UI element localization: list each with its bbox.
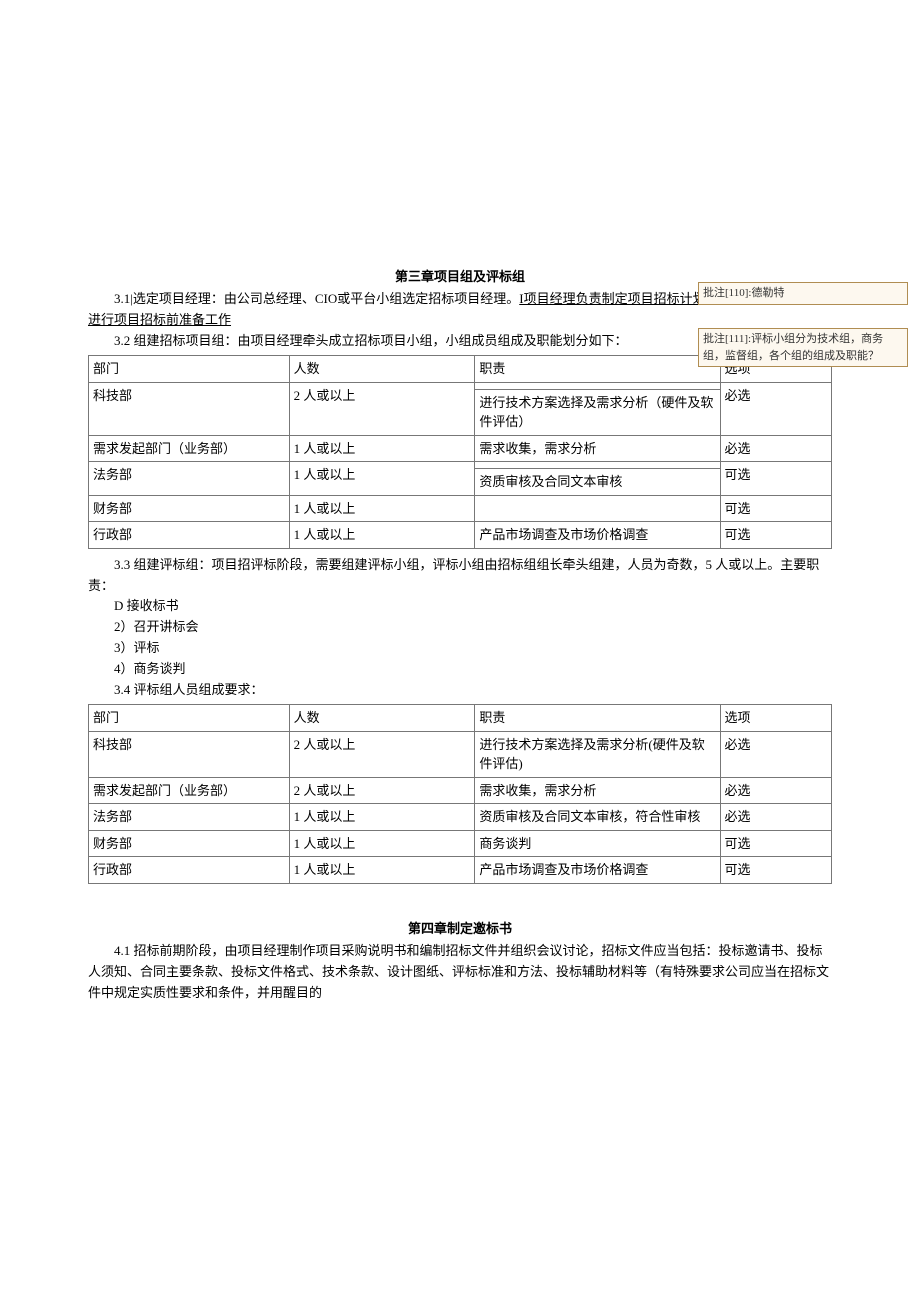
cell-dept: 法务部	[89, 462, 290, 496]
cell-resp: 需求收集，需求分析	[475, 435, 720, 462]
cell-resp: 产品市场调查及市场价格调查	[475, 857, 720, 884]
table-3-2: 部门 人数 职责 选项 科技部 2 人或以上 必选 进行技术方案选择及需求分析（…	[88, 355, 832, 549]
cell-resp: 资质审核及合同文本审核	[475, 469, 720, 496]
cell-dept: 财务部	[89, 495, 290, 522]
cell-dept: 行政部	[89, 522, 290, 549]
cell-count: 2 人或以上	[289, 777, 475, 804]
paragraph-4-1: 4.1 招标前期阶段，由项目经理制作项目采购说明书和编制招标文件并组织会议讨论，…	[88, 941, 832, 1003]
table-row: 需求发起部门（业务部） 1 人或以上 需求收集，需求分析 必选	[89, 435, 832, 462]
list-item: 2）召开讲标会	[88, 617, 832, 638]
cell-dept: 需求发起部门（业务部）	[89, 435, 290, 462]
comment-label: 批注[111]:	[703, 333, 751, 345]
cell-opt: 必选	[720, 804, 831, 831]
cell-opt: 必选	[720, 731, 831, 777]
cell-opt: 可选	[720, 830, 831, 857]
cell-opt: 必选	[720, 435, 831, 462]
cell-opt: 可选	[720, 522, 831, 549]
cell-count: 1 人或以上	[289, 495, 475, 522]
comment-111: 批注[111]:评标小组分为技术组，商务组，监督组，各个组的组成及职能？	[698, 328, 908, 367]
table-row: 需求发起部门（业务部） 2 人或以上 需求收集，需求分析 必选	[89, 777, 832, 804]
cell-opt: 必选	[720, 382, 831, 435]
paragraph-3-3: 3.3 组建评标组：项目招评标阶段，需要组建评标小组，评标小组由招标组组长牵头组…	[88, 555, 832, 597]
th-opt: 选项	[720, 705, 831, 732]
cell-dept: 科技部	[89, 382, 290, 435]
th-dept: 部门	[89, 356, 290, 383]
chapter4-heading: 第四章制定邀标书	[88, 918, 832, 937]
th-dept: 部门	[89, 705, 290, 732]
comment-110: 批注[110]:德勒特	[698, 282, 908, 305]
cell-resp: 进行技术方案选择及需求分析(硬件及软件评估)	[475, 731, 720, 777]
table-row: 科技部 2 人或以上 必选	[89, 382, 832, 389]
cell-dept: 法务部	[89, 804, 290, 831]
list-item: 3）评标	[88, 638, 832, 659]
cell-count: 1 人或以上	[289, 462, 475, 496]
cell-resp: 进行技术方案选择及需求分析（硬件及软件评估）	[475, 389, 720, 435]
th-resp: 职责	[475, 705, 720, 732]
cell-dept: 财务部	[89, 830, 290, 857]
list-item: D 接收标书	[88, 596, 832, 617]
cell-opt: 可选	[720, 495, 831, 522]
cell-resp	[475, 382, 720, 389]
th-count: 人数	[289, 356, 475, 383]
table-row: 法务部 1 人或以上 资质审核及合同文本审核，符合性审核 必选	[89, 804, 832, 831]
comment-label: 批注[110]:	[703, 287, 751, 299]
paragraph-3-4: 3.4 评标组人员组成要求：	[88, 680, 832, 701]
cell-resp: 需求收集，需求分析	[475, 777, 720, 804]
cell-count: 1 人或以上	[289, 522, 475, 549]
p31-prefix: 3.1|选定项目经理：由公司总经理、CIO或平台小组选定招标项目经理。	[114, 291, 519, 306]
cell-dept: 行政部	[89, 857, 290, 884]
th-count: 人数	[289, 705, 475, 732]
cell-count: 2 人或以上	[289, 731, 475, 777]
cell-opt: 可选	[720, 462, 831, 496]
document-page: 批注[110]:德勒特 批注[111]:评标小组分为技术组，商务组，监督组，各个…	[0, 0, 920, 1103]
cell-count: 1 人或以上	[289, 857, 475, 884]
cell-opt: 必选	[720, 777, 831, 804]
comment-text: 德勒特	[751, 287, 784, 299]
cell-count: 2 人或以上	[289, 382, 475, 435]
cell-count: 1 人或以上	[289, 830, 475, 857]
cell-count: 1 人或以上	[289, 435, 475, 462]
table-row: 行政部 1 人或以上 产品市场调查及市场价格调查 可选	[89, 522, 832, 549]
cell-resp: 商务谈判	[475, 830, 720, 857]
table-row: 法务部 1 人或以上 可选	[89, 462, 832, 469]
table-row: 行政部 1 人或以上 产品市场调查及市场价格调查 可选	[89, 857, 832, 884]
cell-dept: 科技部	[89, 731, 290, 777]
th-resp: 职责	[475, 356, 720, 383]
cell-resp: 资质审核及合同文本审核，符合性审核	[475, 804, 720, 831]
cell-opt: 可选	[720, 857, 831, 884]
cell-resp: 产品市场调查及市场价格调查	[475, 522, 720, 549]
table-row: 财务部 1 人或以上 可选	[89, 495, 832, 522]
table-row: 科技部 2 人或以上 进行技术方案选择及需求分析(硬件及软件评估) 必选	[89, 731, 832, 777]
table-row: 财务部 1 人或以上 商务谈判 可选	[89, 830, 832, 857]
cell-resp	[475, 495, 720, 522]
cell-dept: 需求发起部门（业务部）	[89, 777, 290, 804]
table-header-row: 部门 人数 职责 选项	[89, 705, 832, 732]
table-3-4: 部门 人数 职责 选项 科技部 2 人或以上 进行技术方案选择及需求分析(硬件及…	[88, 704, 832, 884]
list-item: 4）商务谈判	[88, 659, 832, 680]
cell-resp	[475, 462, 720, 469]
cell-count: 1 人或以上	[289, 804, 475, 831]
